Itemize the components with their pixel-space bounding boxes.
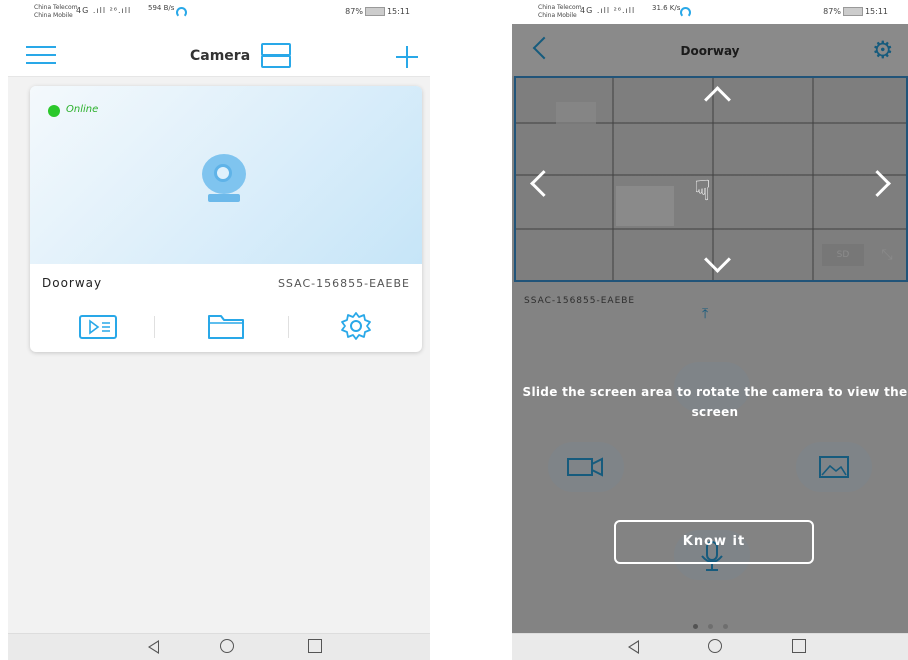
- online-status-dot: [48, 105, 60, 117]
- arrow-up-icon: [704, 86, 731, 113]
- camera-device-icon: [198, 154, 252, 218]
- battery-icon: [364, 7, 385, 16]
- nav-back-icon[interactable]: [628, 640, 639, 654]
- battery-time: 87% 15:11: [345, 7, 410, 16]
- arrow-down-icon: [704, 246, 731, 273]
- online-status-label: Online: [66, 104, 99, 115]
- playback-icon[interactable]: [78, 310, 118, 342]
- layout-toggle-icon[interactable]: [261, 43, 291, 68]
- camera-live-screen: China Telecom China Mobile 4G .ıll ²⁶.ıll…: [512, 0, 908, 660]
- nav-recent-icon[interactable]: [308, 639, 322, 653]
- camera-card[interactable]: Online Doorway SSAC-156855-EAEBE: [30, 86, 422, 352]
- action-divider: [288, 316, 289, 338]
- arrow-right-icon: [864, 170, 891, 197]
- network-speed: 31.6 K/s: [652, 4, 681, 12]
- camera-list-screen: China Telecom China Mobile 4G .ıll ²⁶.ıll…: [8, 0, 430, 660]
- camera-id: SSAC-156855-EAEBE: [277, 277, 410, 290]
- carrier-label: China Telecom China Mobile: [34, 4, 78, 19]
- system-nav-bar: [8, 633, 430, 660]
- battery-icon: [842, 7, 863, 16]
- carrier-label: China Telecom China Mobile: [538, 4, 582, 19]
- camera-actions: [30, 306, 422, 350]
- guide-overlay[interactable]: ☟ Slide the screen area to rotate the ca…: [512, 24, 908, 634]
- camera-preview[interactable]: Online: [30, 86, 422, 264]
- network-speed: 594 B/s: [148, 4, 175, 12]
- nav-home-icon[interactable]: [220, 639, 234, 653]
- signal-icon: 4G .ıll ²⁶.ıll: [580, 6, 636, 15]
- camera-name: Doorway: [42, 276, 103, 290]
- sync-icon: [176, 7, 187, 18]
- nav-recent-icon[interactable]: [792, 639, 806, 653]
- hand-swipe-icon: ☟: [694, 174, 712, 207]
- app-header: Camera: [8, 24, 430, 77]
- know-it-button[interactable]: Know it: [614, 520, 814, 564]
- nav-back-icon[interactable]: [148, 640, 159, 654]
- menu-icon[interactable]: [26, 46, 56, 66]
- page-title: Camera: [190, 48, 251, 64]
- status-bar: China Telecom China Mobile 4G .ıll ²⁶.ıll…: [512, 0, 908, 24]
- folder-icon[interactable]: [206, 310, 246, 342]
- sync-icon: [680, 7, 691, 18]
- gear-icon[interactable]: [336, 310, 376, 342]
- guide-hint-text: Slide the screen area to rotate the came…: [522, 385, 908, 419]
- arrow-left-icon: [530, 170, 557, 197]
- signal-icon: 4G .ıll ²⁶.ıll: [76, 6, 132, 15]
- action-divider: [154, 316, 155, 338]
- battery-time: 87% 15:11: [823, 7, 888, 16]
- nav-home-icon[interactable]: [708, 639, 722, 653]
- system-nav-bar: [512, 633, 908, 660]
- status-bar: China Telecom China Mobile 4G .ıll ²⁶.ıll…: [8, 0, 430, 24]
- plus-icon[interactable]: [396, 46, 418, 68]
